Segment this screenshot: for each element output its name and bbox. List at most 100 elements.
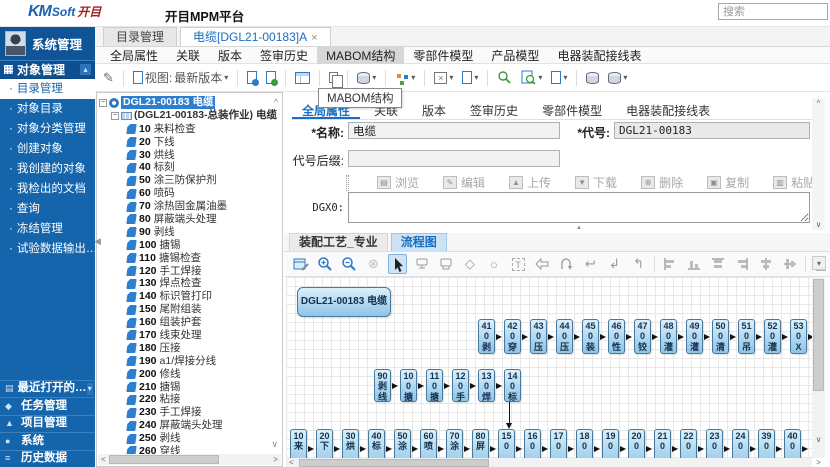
scroll-down-icon[interactable]: ∨ bbox=[812, 435, 825, 444]
scrollbar-thumb[interactable] bbox=[109, 455, 219, 464]
tab-cable-object[interactable]: 电缆[DGL21-00183]A× bbox=[180, 27, 331, 46]
text-tool[interactable]: T bbox=[509, 254, 527, 274]
canvas-horizontal-scrollbar[interactable]: < bbox=[286, 458, 812, 467]
align-bottom-button[interactable] bbox=[685, 254, 703, 274]
decision-tool[interactable]: ◇ bbox=[461, 254, 479, 274]
view-selector[interactable]: 视图: 最新版本 ▾ bbox=[131, 67, 230, 89]
fn-tab-7[interactable]: 电器装配接线表 bbox=[548, 46, 650, 65]
pointer-tool-button[interactable] bbox=[388, 254, 406, 274]
flow-node[interactable]: 10来 bbox=[290, 429, 307, 458]
code-input[interactable] bbox=[614, 122, 810, 139]
flow-node[interactable]: 460性 bbox=[608, 319, 625, 354]
tree-item[interactable]: 80屏蔽端头处理 bbox=[97, 213, 282, 226]
tree-item[interactable]: 160组装护套 bbox=[97, 316, 282, 329]
fn-tab-1[interactable]: 关联 bbox=[167, 46, 209, 65]
subprocess-node-tool[interactable] bbox=[437, 254, 455, 274]
scroll-down-icon[interactable]: ∨ bbox=[271, 439, 278, 450]
sidebar-section-object-mgmt[interactable]: 对象管理 ▴ bbox=[0, 60, 95, 79]
sidebar-collapse-handle[interactable]: ◀ bbox=[94, 236, 101, 247]
flow-node[interactable]: 120手 bbox=[452, 369, 469, 402]
edit-button[interactable]: ✎ bbox=[101, 67, 116, 89]
sidebar-item-6[interactable]: ·查询 bbox=[0, 199, 95, 219]
flow-node[interactable]: 200 bbox=[628, 429, 645, 458]
file-button-6[interactable]: ▥粘贴 bbox=[773, 174, 815, 191]
scroll-right-icon[interactable]: > bbox=[812, 458, 825, 467]
export-button[interactable]: ×▾ bbox=[432, 67, 455, 89]
flow-node[interactable]: 70涂 bbox=[446, 429, 463, 458]
tree-item[interactable]: 100搪锡 bbox=[97, 239, 282, 252]
copy-view-button[interactable] bbox=[327, 67, 340, 89]
tree-horizontal-scrollbar[interactable]: < > bbox=[98, 454, 281, 465]
align-left-button[interactable] bbox=[661, 254, 679, 274]
collapse-minus-icon[interactable]: − bbox=[99, 99, 107, 107]
structure-button[interactable]: ▾ bbox=[393, 67, 417, 89]
tree-item[interactable]: 120手工焊接 bbox=[97, 265, 282, 278]
scroll-right-icon[interactable]: > bbox=[270, 454, 281, 465]
property-tab-3[interactable]: 签审历史 bbox=[460, 100, 528, 119]
sidebar-bottom-item-1[interactable]: ◆任务管理 bbox=[0, 397, 95, 415]
tab-directory-mgmt[interactable]: 目录管理 bbox=[103, 27, 177, 46]
zoom-out-button[interactable] bbox=[340, 254, 358, 274]
tree-item[interactable]: 60喷码 bbox=[97, 187, 282, 200]
tree-root-label[interactable]: DGL21-00183 电缆 bbox=[121, 96, 215, 109]
file-button-4[interactable]: ⊗删除 bbox=[641, 174, 683, 191]
align-center-button[interactable] bbox=[757, 254, 775, 274]
checkin-button[interactable] bbox=[264, 67, 278, 89]
tree-item[interactable]: 200修线 bbox=[97, 368, 282, 381]
tree-item[interactable]: 180压接 bbox=[97, 342, 282, 355]
tree-group-row[interactable]: − (DGL21-00183-总装作业) 电缆 bbox=[97, 109, 282, 122]
tree-group-label[interactable]: (DGL21-00183-总装作业) 电缆 bbox=[134, 109, 277, 122]
property-tab-2[interactable]: 版本 bbox=[412, 100, 456, 119]
fn-tab-3[interactable]: 签审历史 bbox=[251, 46, 317, 65]
delete-node-button[interactable]: ⊗ bbox=[364, 254, 382, 274]
template-button[interactable]: ▾ bbox=[549, 67, 569, 89]
flow-node[interactable]: 100搪 bbox=[400, 369, 417, 402]
tree-item[interactable]: 20下线 bbox=[97, 136, 282, 149]
flow-node[interactable]: 130焊 bbox=[478, 369, 495, 402]
flow-node[interactable]: 80屏 bbox=[472, 429, 489, 458]
scroll-left-icon[interactable]: < bbox=[98, 454, 109, 465]
curve-arrow-1-tool[interactable]: ↩ bbox=[581, 254, 599, 274]
canvas-vertical-scrollbar[interactable]: ∨ bbox=[812, 277, 825, 458]
fn-tab-0[interactable]: 全局属性 bbox=[101, 46, 167, 65]
flow-node[interactable]: 150 bbox=[498, 429, 515, 458]
scroll-up-icon[interactable]: ^ bbox=[274, 97, 278, 107]
flow-node[interactable]: 390 bbox=[758, 429, 775, 458]
ellipse-tool[interactable]: ○ bbox=[485, 254, 503, 274]
tree-item[interactable]: 30烘线 bbox=[97, 149, 282, 162]
sidebar-item-4[interactable]: ·我创建的对象 bbox=[0, 159, 95, 179]
sidebar-bottom-item-2[interactable]: ▲项目管理 bbox=[0, 415, 95, 433]
tree-item[interactable]: 40标刻 bbox=[97, 161, 282, 174]
fn-tab-6[interactable]: 产品模型 bbox=[482, 46, 548, 65]
flow-node[interactable]: 400 bbox=[784, 429, 801, 458]
flow-node[interactable]: 420穿 bbox=[504, 319, 521, 354]
sidebar-item-0[interactable]: ·目录管理 bbox=[0, 79, 95, 99]
name-input[interactable] bbox=[348, 122, 560, 139]
flow-node[interactable]: 50涂 bbox=[394, 429, 411, 458]
flow-node[interactable]: 40标 bbox=[368, 429, 385, 458]
search-button[interactable] bbox=[495, 67, 514, 89]
tree-item[interactable]: 220粘接 bbox=[97, 393, 282, 406]
flow-node[interactable]: 470铰 bbox=[634, 319, 651, 354]
tree-item[interactable]: 130焊点检查 bbox=[97, 277, 282, 290]
flow-node[interactable]: 170 bbox=[550, 429, 567, 458]
tree-item[interactable]: 250剥线 bbox=[97, 432, 282, 445]
flow-node[interactable]: 500清 bbox=[712, 319, 729, 354]
tree-item[interactable]: 110搪锡检查 bbox=[97, 252, 282, 265]
tree-item[interactable]: 70涂热固金属油墨 bbox=[97, 200, 282, 213]
flowchart-canvas[interactable]: DGL21-00183 电缆 410剥420穿430压440压450装460性4… bbox=[286, 277, 812, 458]
scrollbar-thumb[interactable] bbox=[813, 279, 824, 391]
property-tab-5[interactable]: 电器装配接线表 bbox=[616, 100, 720, 119]
flow-root-node[interactable]: DGL21-00183 电缆 bbox=[297, 287, 391, 317]
flow-node[interactable]: 230 bbox=[706, 429, 723, 458]
flow-node[interactable]: 110搪 bbox=[426, 369, 443, 402]
file-button-2[interactable]: ▲上传 bbox=[509, 174, 551, 191]
flow-node[interactable]: 530X bbox=[790, 319, 807, 354]
sidebar-item-2[interactable]: ·对象分类管理 bbox=[0, 119, 95, 139]
sidebar-item-1[interactable]: ·对象目录 bbox=[0, 99, 95, 119]
flow-node[interactable]: 430压 bbox=[530, 319, 547, 354]
tree-item[interactable]: 50涂三防保护剂 bbox=[97, 174, 282, 187]
chevron-down-icon[interactable]: ▾ bbox=[87, 383, 93, 395]
property-tab-4[interactable]: 零部件模型 bbox=[532, 100, 612, 119]
sidebar-bottom-item-0[interactable]: ▤最近打开的…▾ bbox=[0, 380, 95, 398]
